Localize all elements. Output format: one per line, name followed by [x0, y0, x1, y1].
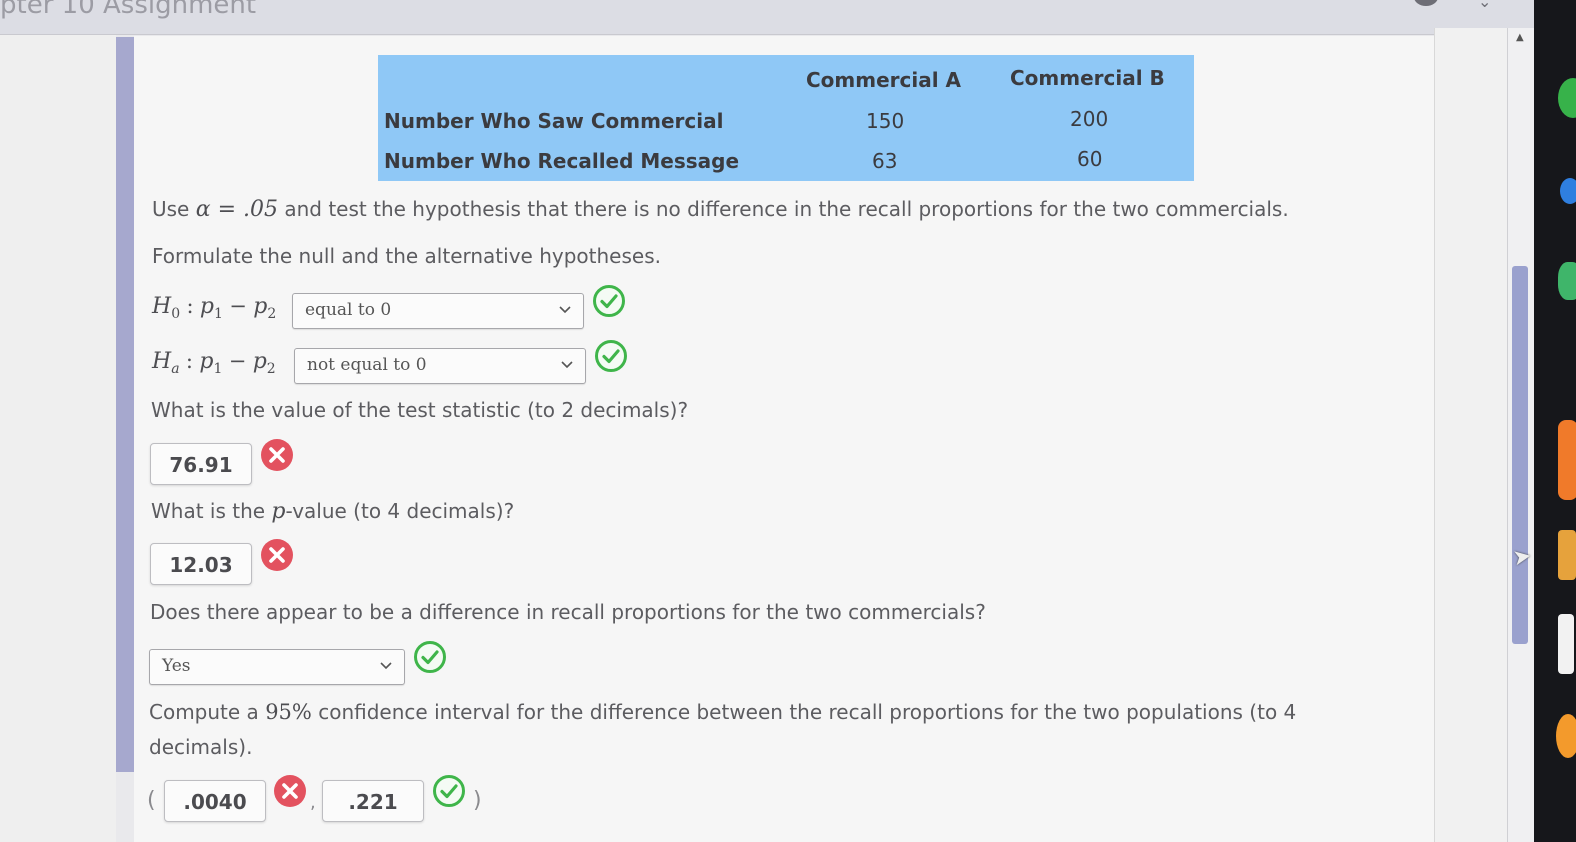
p-symbol: p	[252, 349, 267, 374]
question-intro: Use α = .05 and test the hypothesis that…	[152, 197, 1289, 222]
p-value-input[interactable]: 12.03	[150, 543, 252, 585]
colon: :	[185, 349, 193, 373]
comma: ,	[310, 792, 316, 813]
dock-app-icon	[1560, 178, 1576, 204]
right-margin	[1434, 28, 1507, 842]
confidence-interval-question-line2: decimals).	[149, 735, 253, 759]
formulate-instruction: Formulate the null and the alternative h…	[152, 244, 661, 268]
p-subscript: 1	[213, 361, 223, 377]
p-value-question: What is the p-value (to 4 decimals)?	[151, 499, 514, 524]
ha-dropdown[interactable]: not equal to 0	[294, 348, 586, 384]
chevron-down-icon	[380, 662, 392, 670]
chevron-down-icon	[561, 361, 573, 369]
p-value-value: 12.03	[169, 553, 233, 577]
incorrect-x-icon	[261, 539, 293, 571]
question-text: What is the	[151, 499, 266, 523]
p-symbol: p	[199, 349, 214, 374]
dock-app-icon	[1558, 530, 1576, 580]
scrollbar[interactable]: ▲	[1507, 28, 1534, 842]
scrollbar-thumb[interactable]	[1512, 266, 1528, 644]
h-subscript: 0	[171, 306, 181, 322]
difference-dropdown[interactable]: Yes	[149, 649, 405, 685]
test-statistic-question: What is the value of the test statistic …	[151, 398, 689, 422]
window-title: pter 10 Assignment	[0, 0, 257, 20]
scroll-up-icon[interactable]: ▲	[1516, 32, 1524, 43]
h0-label: H0 : p1 − p2	[152, 294, 276, 322]
h-subscript: a	[171, 361, 180, 377]
ha-label: Ha : p1 − p2	[152, 349, 276, 377]
ci-upper-input[interactable]: .221	[322, 780, 424, 822]
h0-dropdown[interactable]: equal to 0	[292, 293, 584, 329]
close-paren: )	[473, 788, 482, 813]
table-cell: 150	[866, 109, 905, 133]
difference-question: Does there appear to be a difference in …	[150, 600, 986, 624]
percent-value: 95%	[265, 700, 312, 724]
commercial-data-table: Commercial A Commercial B Number Who Saw…	[378, 55, 1194, 181]
chevron-down-icon	[559, 306, 571, 314]
p-subscript: 2	[267, 306, 277, 322]
dock-app-icon	[1558, 614, 1574, 674]
correct-check-icon	[414, 641, 446, 673]
question-text: Compute a	[149, 700, 259, 724]
column-header: Commercial B	[1010, 66, 1165, 90]
open-paren: (	[147, 788, 156, 813]
question-text: -value (to 4 decimals)?	[285, 499, 515, 523]
question-text: confidence interval for the difference b…	[318, 700, 1297, 724]
ci-upper-value: .221	[348, 790, 398, 814]
intro-text: and test the hypothesis that there is no…	[284, 197, 1289, 221]
table-cell: 60	[1077, 147, 1103, 171]
chevron-down-icon[interactable]: ⌄	[1478, 0, 1491, 11]
test-statistic-value: 76.91	[169, 453, 233, 477]
p-symbol: p	[199, 294, 214, 319]
table-cell: 63	[872, 149, 898, 173]
h-symbol: H	[152, 294, 172, 319]
minus: −	[228, 349, 247, 373]
alpha-expression: α = .05	[195, 197, 278, 222]
ci-lower-value: .0040	[183, 790, 247, 814]
ha-selected-value: not equal to 0	[307, 355, 427, 375]
colon: :	[186, 294, 194, 318]
row-label: Number Who Recalled Message	[384, 149, 740, 173]
window-top-bar: pter 10 Assignment ⌄	[0, 0, 1540, 35]
dock-app-icon	[1558, 78, 1576, 118]
left-margin	[0, 35, 116, 842]
intro-text: Use	[152, 197, 190, 221]
p-symbol: p	[253, 294, 268, 319]
screen-bezel	[1534, 0, 1576, 842]
h-symbol: H	[152, 349, 172, 374]
confidence-interval-question: Compute a 95% confidence interval for th…	[149, 700, 1296, 724]
row-label: Number Who Saw Commercial	[384, 109, 724, 133]
dock-app-icon	[1556, 714, 1576, 758]
h0-selected-value: equal to 0	[305, 300, 392, 320]
table-cell: 200	[1070, 107, 1109, 131]
correct-check-icon	[595, 340, 627, 372]
ci-lower-input[interactable]: .0040	[164, 780, 266, 822]
column-header: Commercial A	[806, 68, 962, 92]
test-statistic-input[interactable]: 76.91	[150, 443, 252, 485]
correct-check-icon	[593, 285, 625, 317]
section-accent-bar	[116, 37, 134, 772]
incorrect-x-icon	[261, 439, 293, 471]
correct-check-icon	[433, 775, 465, 807]
p-symbol: p	[271, 499, 286, 524]
profile-icon[interactable]	[1414, 0, 1438, 6]
dock-app-icon	[1558, 262, 1576, 300]
difference-selected-value: Yes	[162, 656, 191, 676]
p-subscript: 2	[266, 361, 276, 377]
minus: −	[229, 294, 247, 318]
dock-app-icon	[1558, 420, 1576, 500]
p-subscript: 1	[214, 306, 223, 322]
incorrect-x-icon	[274, 775, 306, 807]
